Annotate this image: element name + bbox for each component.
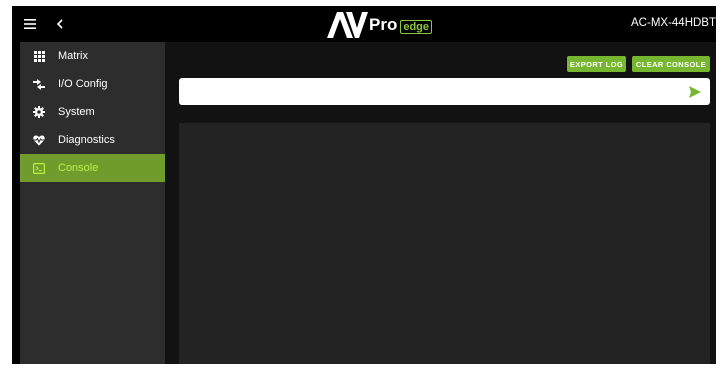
command-input[interactable] — [185, 82, 679, 102]
sidebar-item-label: I/O Config — [58, 78, 108, 90]
chevron-left-icon — [56, 19, 63, 29]
heart-pulse-icon — [20, 135, 58, 146]
command-bar — [179, 78, 710, 105]
sidebar-item-label: Matrix — [58, 50, 88, 62]
console-panel: EXPORT LOG CLEAR CONSOLE — [165, 42, 716, 364]
sidebar-item-console[interactable]: Console — [20, 154, 165, 182]
swap-arrows-icon — [20, 78, 58, 90]
sidebar-item-label: Console — [58, 162, 99, 174]
hamburger-menu-button[interactable] — [18, 12, 42, 36]
console-output[interactable] — [179, 123, 710, 364]
sidebar-item-io-config[interactable]: I/O Config — [20, 70, 165, 98]
send-icon[interactable] — [688, 85, 702, 99]
sidebar: Matrix I/O Config System Diagnostics Con… — [20, 42, 165, 364]
hamburger-icon — [24, 19, 36, 29]
logo-text: Pro — [369, 15, 398, 34]
gear-icon — [20, 106, 58, 118]
sidebar-item-label: Diagnostics — [58, 134, 115, 146]
device-name: AC-MX-44HDBT — [631, 17, 716, 29]
av-logo-mark-icon — [327, 12, 368, 38]
grid-icon — [20, 50, 58, 62]
collapse-sidebar-button[interactable] — [48, 12, 72, 36]
avpro-edge-logo: Pro edge — [326, 10, 433, 40]
app-window: Pro edge AC-MX-44HDBT Matrix I/O Config … — [12, 6, 716, 364]
sidebar-item-label: System — [58, 106, 95, 118]
terminal-icon — [20, 162, 58, 174]
sidebar-item-system[interactable]: System — [20, 98, 165, 126]
export-log-button[interactable]: EXPORT LOG — [567, 56, 626, 72]
top-bar: Pro edge AC-MX-44HDBT — [12, 6, 716, 42]
sidebar-item-diagnostics[interactable]: Diagnostics — [20, 126, 165, 154]
logo-badge: edge — [400, 20, 433, 34]
clear-console-button[interactable]: CLEAR CONSOLE — [632, 56, 710, 72]
sidebar-item-matrix[interactable]: Matrix — [20, 42, 165, 70]
